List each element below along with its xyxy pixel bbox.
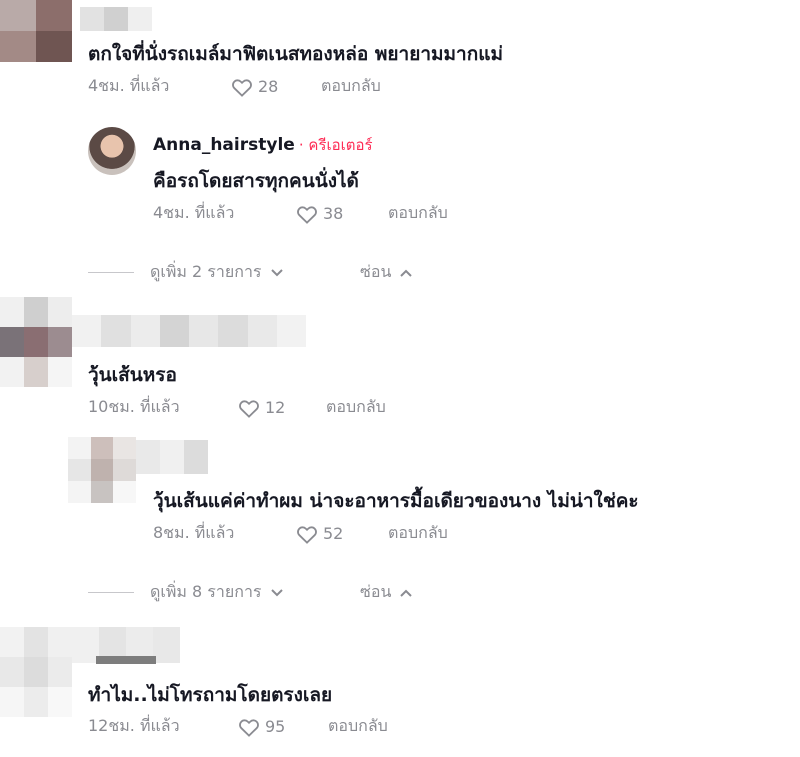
reply-button[interactable]: ตอบกลับ [328,714,388,739]
reply-button[interactable]: ตอบกลับ [326,395,386,420]
like-button[interactable]: 95 [238,717,328,737]
chevron-up-icon [400,589,413,597]
comment-time: 4ชม. ที่แล้ว [88,76,170,95]
comment-time: 10ชม. ที่แล้ว [88,397,180,416]
reply-text: คือรถโดยสารทุกคนนั่งได้ [153,170,359,192]
hide-label: ซ่อน [360,582,392,601]
divider [88,272,134,273]
reply-button[interactable]: ตอบกลับ [321,74,381,99]
like-count: 52 [323,524,344,543]
username-blurred[interactable] [80,7,152,31]
like-button[interactable]: 38 [296,204,388,224]
like-button[interactable]: 52 [296,524,388,544]
comment-meta: 4ชม. ที่แล้ว 28 ตอบกลับ [88,74,381,99]
view-more-button[interactable]: ดูเพิ่ม 8 รายการ [150,580,360,605]
avatar-blurred[interactable] [0,627,72,717]
reply-username[interactable]: Anna_hairstyle · ครีเอเตอร์ [153,133,373,157]
view-more-row: ดูเพิ่ม 8 รายการ ซ่อน [88,580,413,605]
like-button[interactable]: 12 [238,398,326,418]
comment-text: วุ้นเส้นหรอ [88,364,177,386]
avatar-blurred[interactable] [68,437,136,503]
avatar-blurred[interactable] [0,0,72,62]
heart-outline-icon [232,78,252,97]
chevron-down-icon [270,588,283,596]
like-count: 12 [265,398,286,417]
like-count: 95 [265,717,286,736]
reply-meta: 4ชม. ที่แล้ว 38 ตอบกลับ [153,201,448,226]
view-more-button[interactable]: ดูเพิ่ม 2 รายการ [150,260,360,285]
username-blurred[interactable] [72,315,306,347]
divider [88,592,134,593]
hide-button[interactable]: ซ่อน [360,260,413,285]
like-button[interactable]: 28 [231,77,321,97]
hide-label: ซ่อน [360,262,392,281]
reply-button[interactable]: ตอบกลับ [388,521,448,546]
chevron-down-icon [270,268,283,276]
comment-meta: 10ชม. ที่แล้ว 12 ตอบกลับ [88,395,386,420]
reply-time: 8ชม. ที่แล้ว [153,523,235,542]
view-more-row: ดูเพิ่ม 2 รายการ ซ่อน [88,260,413,285]
heart-outline-icon [239,718,259,737]
avatar-blurred[interactable] [0,297,72,387]
reply-button[interactable]: ตอบกลับ [388,201,448,226]
comment-time: 12ชม. ที่แล้ว [88,716,180,735]
reply-meta: 8ชม. ที่แล้ว 52 ตอบกลับ [153,521,448,546]
reply-time: 4ชม. ที่แล้ว [153,203,235,222]
view-more-label: ดูเพิ่ม 8 รายการ [150,582,262,601]
reply-text: วุ้นเส้นแค่ค่าทำผม น่าจะอาหารมื้อเดียวขอ… [153,490,639,512]
username[interactable]: Anna_hairstyle [153,135,295,155]
comment-meta: 12ชม. ที่แล้ว 95 ตอบกลับ [88,714,388,739]
username-blurred-bar [96,656,156,664]
heart-outline-icon [297,525,317,544]
avatar-anna-hairstyle[interactable] [88,127,136,175]
like-count: 28 [258,77,279,96]
heart-outline-icon [297,205,317,224]
hide-button[interactable]: ซ่อน [360,580,413,605]
comment-text: ทำไม..ไม่โทรถามโดยตรงเลย [88,684,333,706]
comment-text: ตกใจที่นั่งรถเมล์มาฟิตเนสทองหล่อ พยายามม… [88,43,504,65]
username-blurred[interactable] [136,440,208,474]
chevron-up-icon [400,269,413,277]
creator-badge: · ครีเอเตอร์ [298,136,373,154]
like-count: 38 [323,204,344,223]
view-more-label: ดูเพิ่ม 2 รายการ [150,262,262,281]
heart-outline-icon [239,399,259,418]
